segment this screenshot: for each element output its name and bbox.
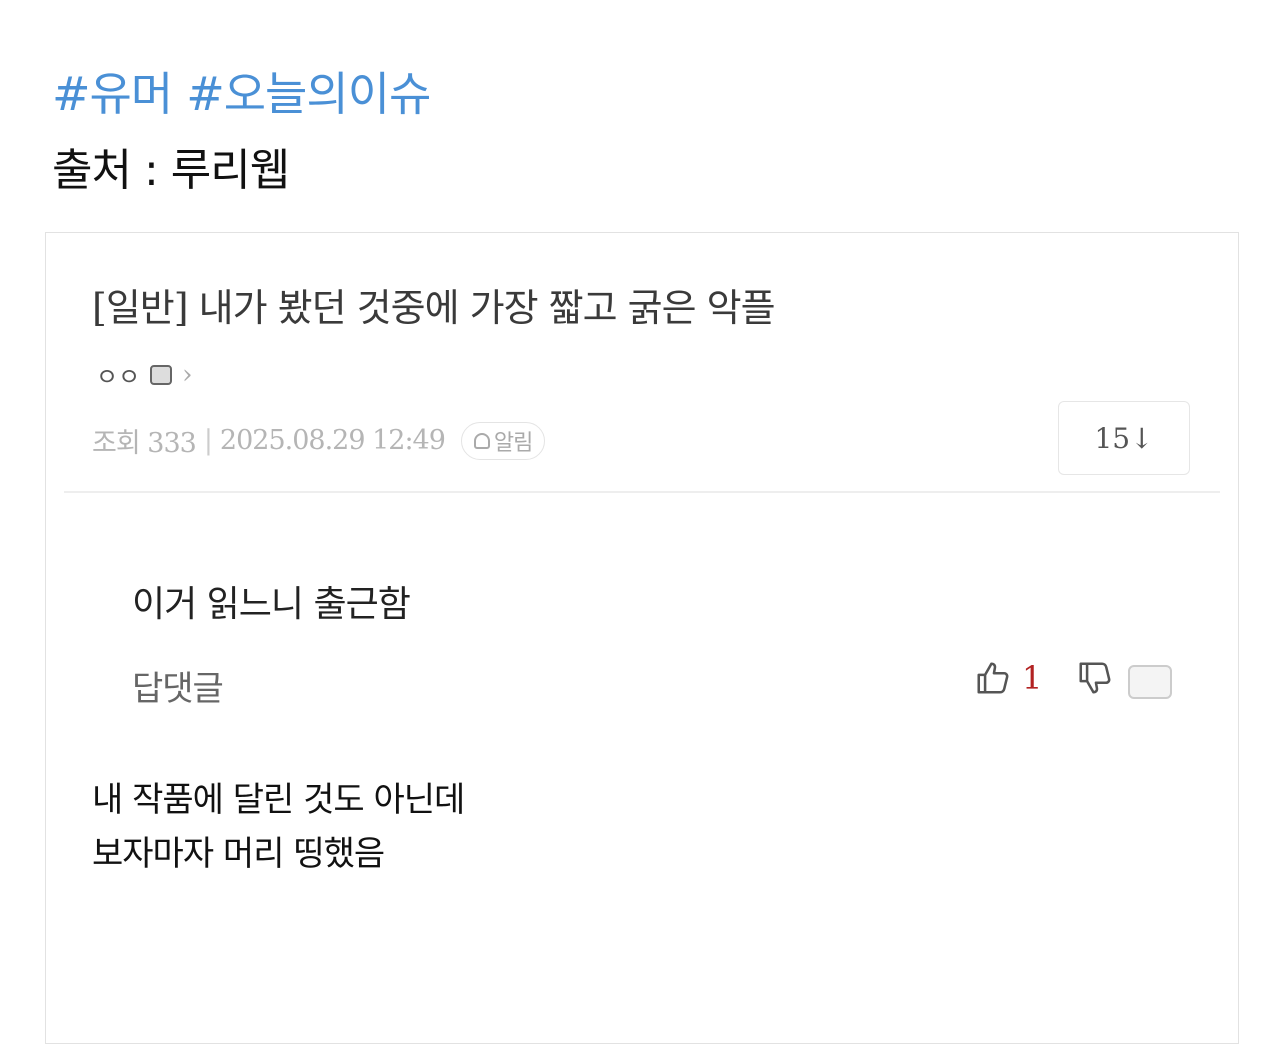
source-line: 출처 : 루리웹 (52, 145, 290, 196)
thumbs-up-icon (977, 662, 1009, 694)
comment-text: 이거 읽느니 출근함 (132, 584, 411, 625)
like-count: 1 (1022, 659, 1043, 697)
alarm-button[interactable]: 알림 (460, 421, 546, 460)
post-meta: 조회 333 | 2025.08.29 12:49 알림 (92, 421, 546, 460)
post-title: [일반] 내가 봤던 것중에 가장 짧고 굵은 악플 (92, 286, 776, 330)
thumbs-down-icon (1079, 662, 1111, 694)
view-count: 조회 333 (92, 428, 197, 459)
hashtag-humor[interactable]: #유머 (52, 67, 173, 121)
comment-count-button[interactable]: 15↓ (1058, 401, 1190, 475)
dislike-button[interactable] (1076, 659, 1114, 697)
author-name: ㅇㅇ (96, 363, 141, 391)
comment-bubble-icon[interactable] (1128, 665, 1172, 699)
reply-button[interactable]: 답댓글 (132, 661, 224, 710)
caption: 내 작품에 달린 것도 아닌데 보자마자 머리 띵했음 (92, 773, 465, 881)
meta-separator: | (203, 425, 213, 456)
hashtags: #유머 #오늘의이슈 (52, 58, 444, 124)
bell-icon (473, 432, 490, 449)
post-screenshot-card: [일반] 내가 봤던 것중에 가장 짧고 굵은 악플 ㅇㅇ › 조회 333 |… (45, 232, 1239, 1044)
divider (64, 491, 1220, 493)
caption-line-2: 보자마자 머리 띵했음 (92, 834, 385, 874)
caption-line-1: 내 작품에 달린 것도 아닌데 (92, 780, 465, 820)
post-datetime: 2025.08.29 12:49 (219, 425, 446, 456)
hashtag-today-issue[interactable]: #오늘의이슈 (186, 67, 431, 121)
like-button[interactable]: 1 (974, 659, 1042, 697)
user-level-icon (150, 364, 173, 385)
author-row[interactable]: ㅇㅇ › (96, 357, 193, 392)
chevron-right-icon: › (182, 359, 193, 390)
alarm-label: 알림 (493, 430, 533, 456)
